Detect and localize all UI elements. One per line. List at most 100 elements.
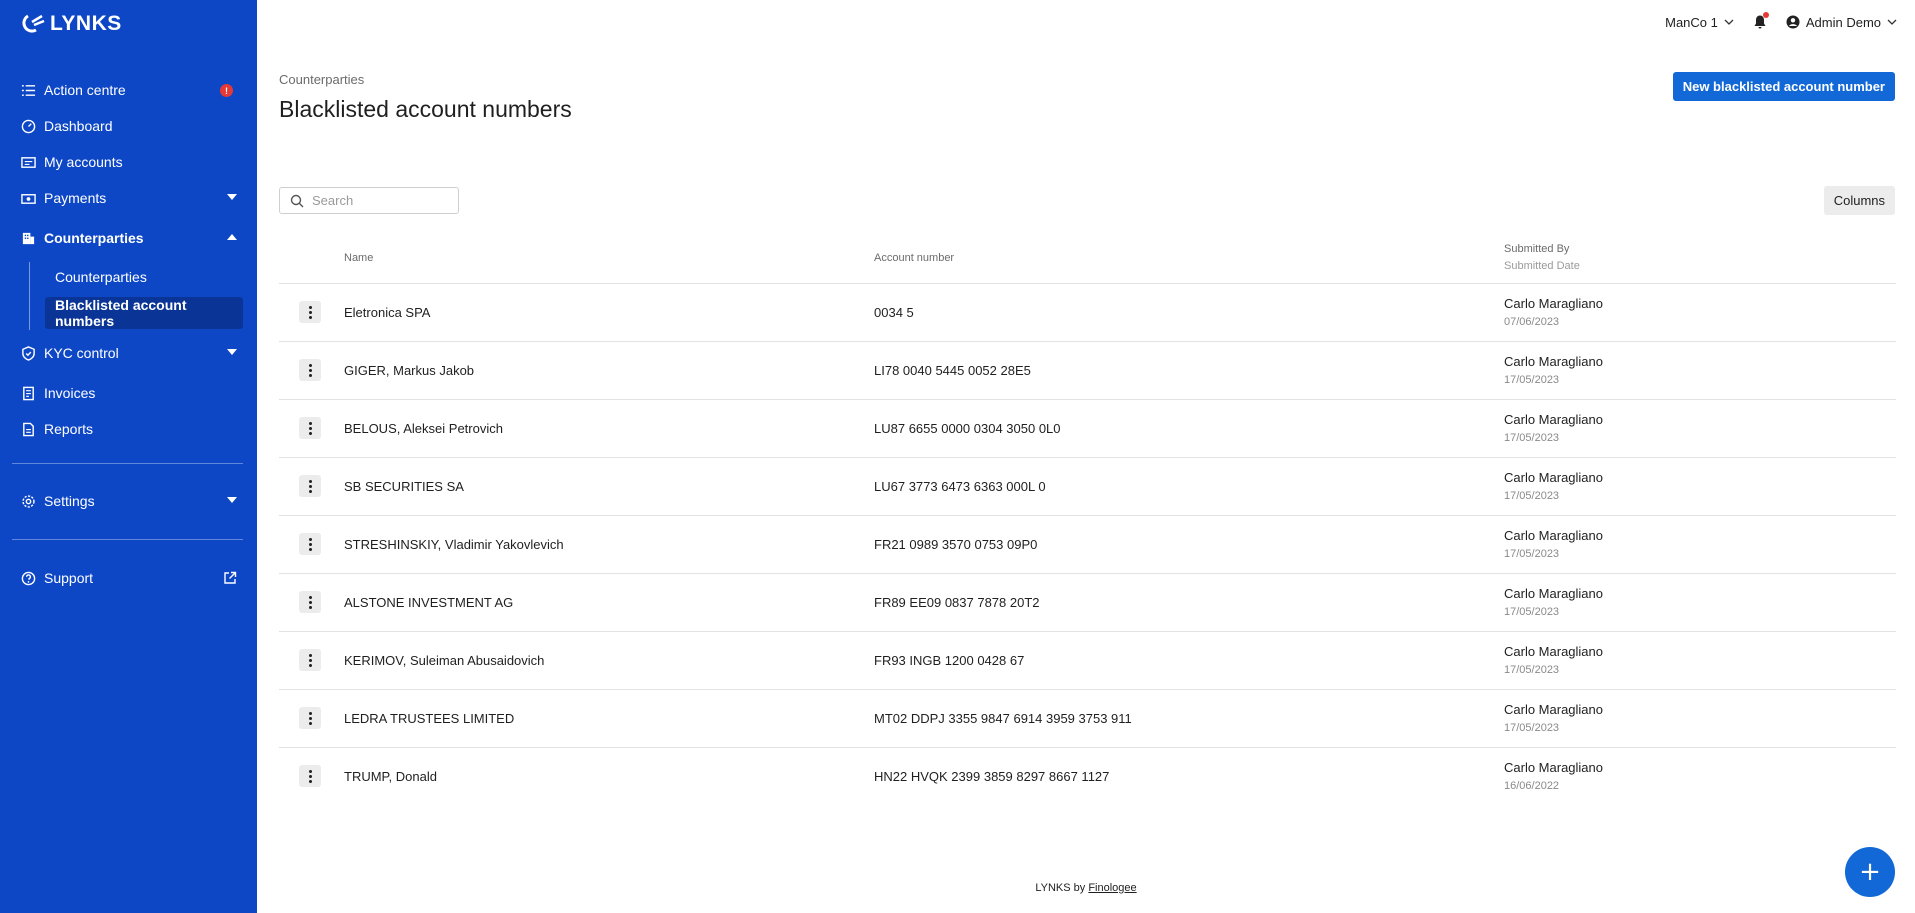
cell-account-number: FR89 EE09 0837 7878 20T2	[874, 595, 1040, 610]
report-icon	[20, 421, 36, 437]
row-actions-icon[interactable]	[299, 359, 321, 381]
table-row[interactable]: SB SECURITIES SA LU67 3773 6473 6363 000L…	[279, 458, 1896, 516]
user-avatar-icon	[1786, 15, 1800, 29]
sidebar-item-my-accounts[interactable]: My accounts	[12, 146, 243, 178]
cell-account-number: LU67 3773 6473 6363 000L 0	[874, 479, 1046, 494]
sidebar-item-label: Payments	[44, 190, 107, 206]
search-icon	[290, 194, 304, 207]
sidebar-item-label: Support	[44, 570, 94, 586]
cell-submitted-by: Carlo Maragliano	[1504, 528, 1603, 543]
building-icon	[20, 230, 36, 246]
sidebar-item-label: Invoices	[44, 385, 96, 401]
sidebar-divider	[12, 463, 243, 464]
logo[interactable]: LYNKS	[22, 12, 122, 36]
row-actions-icon[interactable]	[299, 765, 321, 787]
cell-submitted-date: 17/05/2023	[1504, 548, 1560, 560]
sidebar-item-action-centre[interactable]: Action centre !	[12, 74, 243, 106]
table-row[interactable]: BELOUS, Aleksei Petrovich LU87 6655 0000 …	[279, 400, 1896, 458]
cell-name: STRESHINSKIY, Vladimir Yakovlevich	[344, 537, 564, 552]
cell-submitted-date: 17/05/2023	[1504, 490, 1560, 502]
cell-submitted-by: Carlo Maragliano	[1504, 412, 1603, 427]
cell-submitted-by: Carlo Maragliano	[1504, 354, 1603, 369]
sidebar-subitem-blacklisted[interactable]: Blacklisted account numbers	[45, 297, 243, 329]
sidebar-item-dashboard[interactable]: Dashboard	[12, 110, 243, 142]
sidebar-item-invoices[interactable]: Invoices	[12, 377, 243, 409]
company-name: ManCo 1	[1665, 14, 1718, 30]
column-header-name[interactable]: Name	[344, 252, 373, 264]
table-row[interactable]: Eletronica SPA 0034 5 Carlo Maragliano 07/0…	[279, 284, 1896, 342]
cell-submitted-by: Carlo Maragliano	[1504, 296, 1603, 311]
columns-button[interactable]: Columns	[1823, 186, 1895, 215]
cell-submitted-by: Carlo Maragliano	[1504, 702, 1603, 717]
invoice-icon	[20, 385, 36, 401]
row-actions-icon[interactable]	[299, 707, 321, 729]
sidebar: LYNKS Action centre ! Dashboard My accou…	[0, 0, 257, 913]
table-body: Eletronica SPA 0034 5 Carlo Maragliano 07/0…	[279, 284, 1896, 806]
chevron-up-icon	[227, 234, 237, 240]
sidebar-item-kyc-control[interactable]: KYC control	[12, 337, 243, 369]
sidebar-item-settings[interactable]: Settings	[12, 485, 243, 517]
page-title: Blacklisted account numbers	[279, 96, 572, 122]
table-row[interactable]: ALSTONE INVESTMENT AG FR89 EE09 0837 7878…	[279, 574, 1896, 632]
cell-submitted-date: 17/05/2023	[1504, 432, 1560, 444]
table-row[interactable]: GIGER, Markus Jakob LI78 0040 5445 0052 2…	[279, 342, 1896, 400]
row-actions-icon[interactable]	[299, 591, 321, 613]
column-header-submitted-by[interactable]: Submitted By	[1504, 243, 1569, 255]
table-row[interactable]: KERIMOV, Suleiman Abusaidovich FR93 INGB …	[279, 632, 1896, 690]
cell-submitted-date: 17/05/2023	[1504, 664, 1560, 676]
sidebar-item-label: Reports	[44, 421, 94, 437]
accounts-icon	[20, 154, 36, 170]
cell-account-number: MT02 DDPJ 3355 9847 6914 3959 3753 911	[874, 711, 1132, 726]
cell-account-number: LU87 6655 0000 0304 3050 0L0	[874, 421, 1061, 436]
cell-name: BELOUS, Aleksei Petrovich	[344, 421, 503, 436]
alert-badge: !	[220, 84, 233, 97]
blacklist-table: Name Account number Submitted By Submitt…	[279, 238, 1896, 806]
company-selector[interactable]: ManCo 1	[1665, 15, 1734, 30]
table-row[interactable]: LEDRA TRUSTEES LIMITED MT02 DDPJ 3355 984…	[279, 690, 1896, 748]
sidebar-item-counterparties[interactable]: Counterparties	[12, 222, 243, 254]
sidebar-item-label: Settings	[44, 493, 95, 509]
column-header-account[interactable]: Account number	[874, 252, 954, 264]
sidebar-divider	[12, 539, 243, 540]
footer-link[interactable]: Finologee	[1088, 882, 1136, 894]
breadcrumb[interactable]: Counterparties	[279, 72, 364, 87]
sidebar-subitem-counterparties[interactable]: Counterparties	[45, 261, 147, 293]
cell-name: KERIMOV, Suleiman Abusaidovich	[344, 653, 545, 668]
cell-name: SB SECURITIES SA	[344, 479, 464, 494]
external-link-icon	[224, 571, 237, 584]
sidebar-item-label: KYC control	[44, 345, 119, 361]
column-header-submitted-date[interactable]: Submitted Date	[1504, 260, 1580, 272]
search-box[interactable]	[279, 187, 459, 214]
row-actions-icon[interactable]	[299, 533, 321, 555]
cell-submitted-date: 07/06/2023	[1504, 316, 1560, 328]
search-input[interactable]	[312, 193, 442, 208]
sidebar-item-payments[interactable]: Payments	[12, 182, 243, 214]
row-actions-icon[interactable]	[299, 649, 321, 671]
cell-account-number: LI78 0040 5445 0052 28E5	[874, 363, 1031, 378]
gear-icon	[20, 493, 36, 509]
cell-account-number: FR93 INGB 1200 0428 67	[874, 653, 1025, 668]
row-actions-icon[interactable]	[299, 417, 321, 439]
table-row[interactable]: TRUMP, Donald HN22 HVQK 2399 3859 8297 86…	[279, 748, 1896, 806]
row-actions-icon[interactable]	[299, 301, 321, 323]
cell-submitted-date: 16/06/2022	[1504, 780, 1560, 792]
cell-name: ALSTONE INVESTMENT AG	[344, 595, 514, 610]
table-row[interactable]: STRESHINSKIY, Vladimir Yakovlevich FR21 0…	[279, 516, 1896, 574]
notifications-button[interactable]	[1752, 12, 1769, 30]
new-blacklisted-account-button[interactable]: New blacklisted account number	[1672, 72, 1895, 101]
sidebar-item-label: Counterparties	[44, 230, 144, 246]
table-header: Name Account number Submitted By Submitt…	[279, 238, 1896, 284]
user-menu[interactable]: Admin Demo	[1786, 15, 1897, 30]
chevron-down-icon	[227, 497, 237, 503]
dashboard-icon	[20, 118, 36, 134]
chevron-down-icon	[227, 349, 237, 355]
topbar: ManCo 1 Admin Demo	[1665, 12, 1897, 30]
row-actions-icon[interactable]	[299, 475, 321, 497]
user-name: Admin Demo	[1805, 14, 1881, 30]
cell-submitted-by: Carlo Maragliano	[1504, 586, 1603, 601]
sidebar-item-reports[interactable]: Reports	[12, 413, 243, 445]
sidebar-item-label: My accounts	[44, 154, 123, 170]
sidebar-item-support[interactable]: Support	[12, 562, 243, 594]
footer-text: LYNKS by	[1035, 882, 1086, 894]
add-fab-button[interactable]: +	[1845, 847, 1895, 897]
